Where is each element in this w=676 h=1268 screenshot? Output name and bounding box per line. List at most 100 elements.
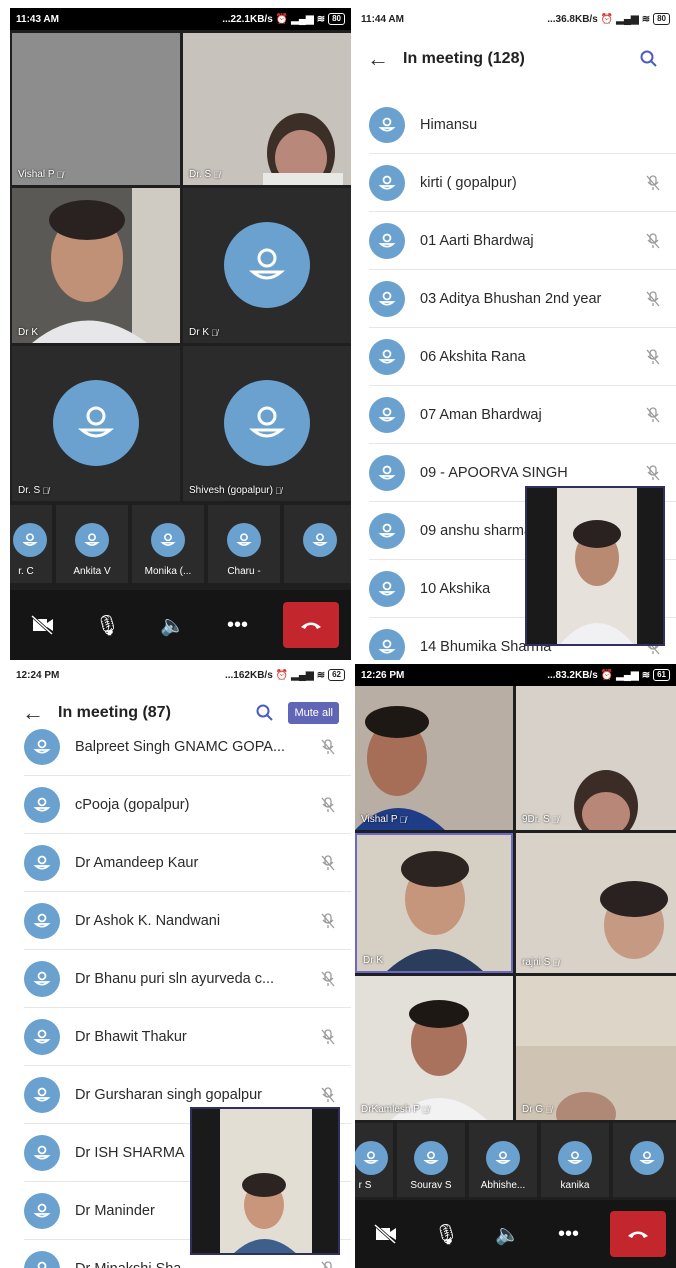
participant-row[interactable]: 07 Aman Bhardwaj: [369, 386, 676, 444]
avatar: [13, 523, 47, 557]
more-icon: •••: [226, 613, 248, 636]
avatar: [24, 1018, 60, 1055]
mic-off-icon: [319, 796, 337, 813]
mic-off-icon: [319, 1260, 337, 1268]
participant-video: [516, 976, 676, 1120]
avatar: [151, 523, 185, 557]
status-time: 11:44 AM: [361, 13, 404, 25]
camera-off-button[interactable]: [23, 607, 63, 643]
mic-off-icon: 🎙̸: [213, 169, 220, 180]
back-arrow-icon[interactable]: ←: [367, 46, 403, 72]
participant-name: Dr Ashok K. Nandwani: [75, 912, 221, 929]
avatar: [224, 222, 310, 308]
call-controls: 🎙 🔈 •••: [355, 1200, 676, 1268]
speaker-button[interactable]: 🔈: [153, 607, 193, 643]
person-icon: [639, 1151, 655, 1164]
self-video-preview[interactable]: [190, 1107, 340, 1255]
participant-row[interactable]: Dr Bhawit Thakur: [24, 1008, 351, 1066]
mic-off-icon: 🎙̸: [211, 327, 218, 338]
more-options-button[interactable]: •••: [218, 607, 258, 643]
mute-button[interactable]: 🎙: [427, 1216, 467, 1252]
avatar: [24, 1250, 60, 1268]
avatar: [558, 1141, 592, 1175]
battery-level: 61: [653, 669, 670, 681]
participant-video: [12, 188, 180, 343]
participant-name: Balpreet Singh GNAMC GOPA...: [75, 738, 286, 755]
person-icon: [33, 971, 51, 986]
person-icon: [22, 533, 38, 546]
mic-off-icon: [319, 912, 337, 929]
speaker-button[interactable]: 🔈: [488, 1216, 528, 1252]
video-tile[interactable]: 9Dr. S 🎙̸: [516, 686, 676, 830]
participant-row[interactable]: 06 Akshita Rana: [369, 328, 676, 386]
avatar: [369, 396, 405, 433]
participant-thumb[interactable]: kanika: [541, 1123, 609, 1197]
person-icon: [378, 639, 396, 654]
video-tile[interactable]: Vishal P 🎙̸: [12, 33, 180, 185]
mic-off-icon: 🎙̸: [274, 485, 282, 496]
avatar: [369, 628, 405, 660]
participant-row[interactable]: cPooja (gopalpur): [24, 776, 351, 834]
person-icon: [378, 465, 396, 480]
mic-off-icon: [644, 174, 662, 191]
camera-off-button[interactable]: [366, 1216, 406, 1252]
participant-row[interactable]: Himansu: [369, 96, 676, 154]
participant-strip[interactable]: r. C Ankita V Monika (... Charu -: [10, 505, 351, 583]
participant-strip[interactable]: r S Sourav S Abhishe... kanika: [355, 1123, 676, 1197]
participant-row[interactable]: 01 Aarti Bhardwaj: [369, 212, 676, 270]
end-call-button[interactable]: [609, 1211, 666, 1257]
hangup-icon: [627, 1231, 648, 1238]
participant-name: Dr G: [522, 1104, 544, 1115]
battery-level: 80: [328, 13, 345, 25]
status-time: 12:26 PM: [361, 669, 405, 681]
call-controls: 🎙 🔈 •••: [10, 590, 351, 660]
network-speed: ...36.8KB/s: [547, 13, 598, 25]
participant-thumb[interactable]: Ankita V: [56, 505, 128, 583]
participant-name: Dr. S: [18, 485, 41, 496]
video-tile[interactable]: Vishal P 🎙̸: [355, 686, 513, 830]
participant-thumb[interactable]: Sourav S: [397, 1123, 465, 1197]
alarm-icon: ⏰: [275, 13, 289, 25]
video-tile[interactable]: Shivesh (gopalpur) 🎙̸: [183, 346, 351, 501]
person-icon: [378, 523, 396, 538]
video-tile[interactable]: Dr. S 🎙̸: [183, 33, 351, 185]
participant-thumb[interactable]: r S: [355, 1123, 393, 1197]
participant-row[interactable]: 03 Aditya Bhushan 2nd year: [369, 270, 676, 328]
participant-name: kirti ( gopalpur): [420, 174, 517, 191]
participant-row[interactable]: kirti ( gopalpur): [369, 154, 676, 212]
participant-name: Dr K: [363, 955, 383, 966]
participant-row[interactable]: Dr Amandeep Kaur: [24, 834, 351, 892]
participant-thumb[interactable]: Charu -: [208, 505, 280, 583]
participant-thumb[interactable]: [613, 1123, 676, 1197]
avatar: [369, 512, 405, 549]
video-tile[interactable]: Dr. S 🎙̸: [12, 346, 180, 501]
avatar: [53, 380, 139, 466]
participant-row[interactable]: Dr Ashok K. Nandwani: [24, 892, 351, 950]
speaker-icon: 🔈: [495, 1223, 520, 1246]
mute-button[interactable]: 🎙: [88, 607, 128, 643]
avatar: [630, 1141, 664, 1175]
video-tile[interactable]: DrKamlesh P 🎙̸: [355, 976, 513, 1120]
participant-thumb[interactable]: r. C: [10, 505, 52, 583]
avatar: [369, 106, 405, 143]
more-options-button[interactable]: •••: [549, 1216, 589, 1252]
self-video-preview[interactable]: [525, 486, 665, 646]
video-tile[interactable]: rajni S 🎙̸: [516, 833, 676, 973]
participant-thumb[interactable]: [284, 505, 351, 583]
participant-thumb[interactable]: Monika (...: [132, 505, 204, 583]
video-tile-active-speaker[interactable]: Dr K: [355, 833, 513, 973]
video-tile[interactable]: Dr K: [12, 188, 180, 343]
avatar: [24, 1134, 60, 1171]
participant-row[interactable]: Dr Bhanu puri sln ayurveda c...: [24, 950, 351, 1008]
participant-thumb[interactable]: Abhishe...: [469, 1123, 537, 1197]
participant-row[interactable]: Balpreet Singh GNAMC GOPA...: [24, 718, 351, 776]
end-call-button[interactable]: [282, 602, 339, 648]
avatar: [369, 280, 405, 317]
video-tile[interactable]: Dr G 🎙̸: [516, 976, 676, 1120]
participant-name: DrKamlesh P: [361, 1104, 420, 1115]
status-time: 11:43 AM: [16, 13, 59, 25]
mic-off-icon: 🎙̸: [42, 485, 49, 496]
mic-off-icon: 🎙̸: [552, 957, 560, 968]
video-tile[interactable]: Dr K 🎙̸: [183, 188, 351, 343]
search-icon[interactable]: [634, 50, 664, 68]
